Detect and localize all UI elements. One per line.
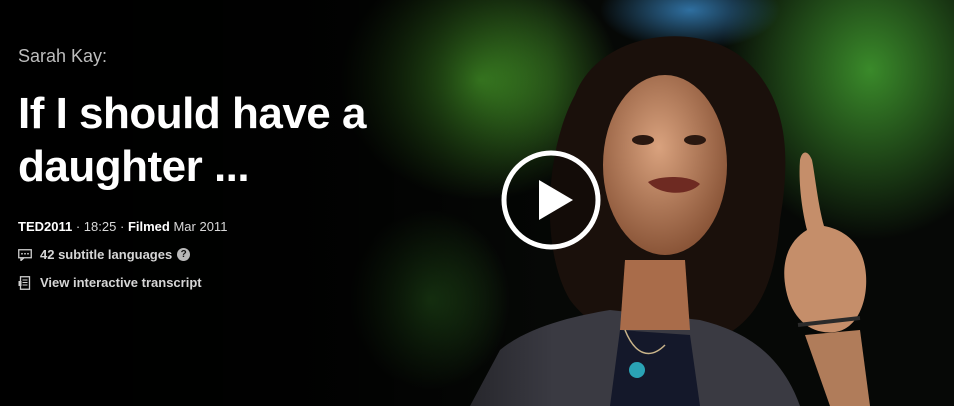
filmed-date: Mar 2011 xyxy=(173,219,228,234)
subtitle-languages[interactable]: 42 subtitle languages ? xyxy=(18,247,458,262)
filmed-label: Filmed xyxy=(127,219,170,234)
talk-title-line2: daughter ... xyxy=(18,142,250,191)
speaker-name[interactable]: Sarah Kay: xyxy=(18,46,458,67)
talk-title-line1: If I should have a xyxy=(18,89,366,138)
transcript-icon xyxy=(18,275,31,290)
play-button[interactable] xyxy=(501,150,601,250)
talk-duration: 18:25 xyxy=(83,219,117,234)
talk-title: If I should have a daughter ... xyxy=(18,87,458,193)
interactive-transcript-link[interactable]: View interactive transcript xyxy=(18,275,458,290)
talk-info: Sarah Kay: If I should have a daughter .… xyxy=(18,46,458,290)
event-name[interactable]: TED2011 xyxy=(18,219,72,234)
subtitle-languages-label: 42 subtitle languages xyxy=(40,247,173,262)
meta-separator-2: · xyxy=(119,219,125,234)
transcript-label: View interactive transcript xyxy=(40,275,202,290)
help-icon[interactable]: ? xyxy=(177,248,191,261)
meta-separator: · xyxy=(75,219,81,234)
talk-hero: Sarah Kay: If I should have a daughter .… xyxy=(0,0,954,406)
talk-meta: TED2011 · 18:25 · Filmed Mar 2011 xyxy=(18,219,458,234)
subtitles-icon xyxy=(18,248,32,261)
